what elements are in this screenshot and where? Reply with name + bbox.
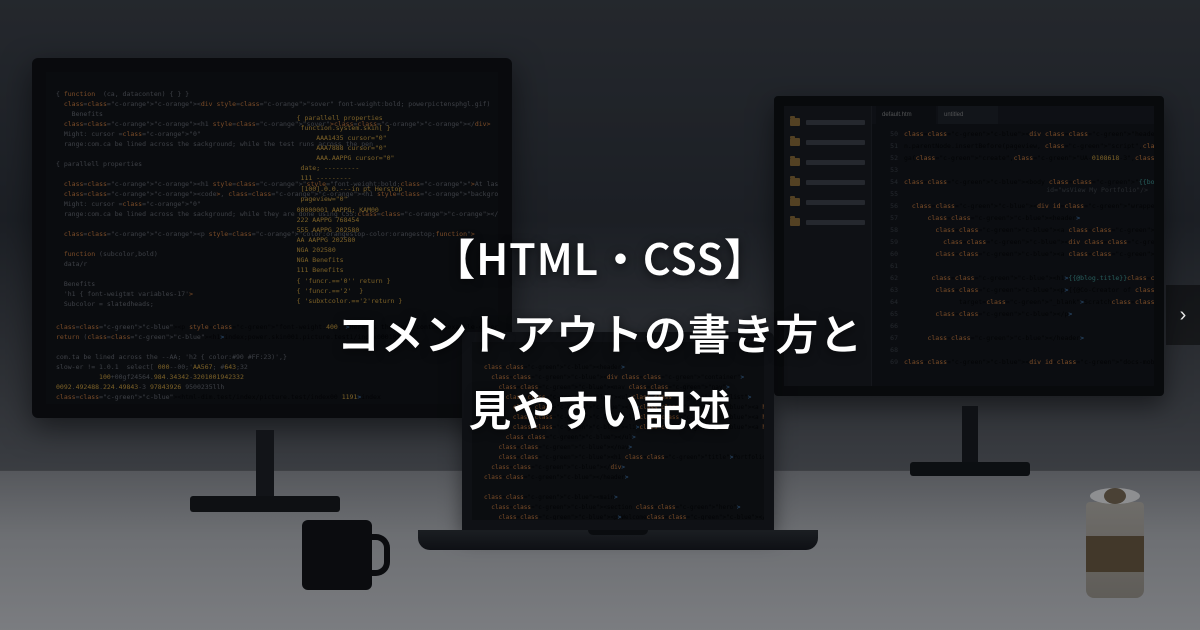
title-line-3: 見やすい記述 (468, 377, 731, 439)
title-line-1: 【HTML・CSS】 (432, 226, 768, 288)
chevron-right-icon: › (1180, 304, 1187, 327)
hero-title: 【HTML・CSS】 コメントアウトの書き方と 見やすい記述 (0, 220, 1200, 446)
title-line-2: コメントアウトの書き方と (337, 301, 863, 363)
hero-scene: { function (ca, dataconten) { } } class=… (0, 0, 1200, 630)
carousel-next-button[interactable]: › (1166, 285, 1200, 345)
